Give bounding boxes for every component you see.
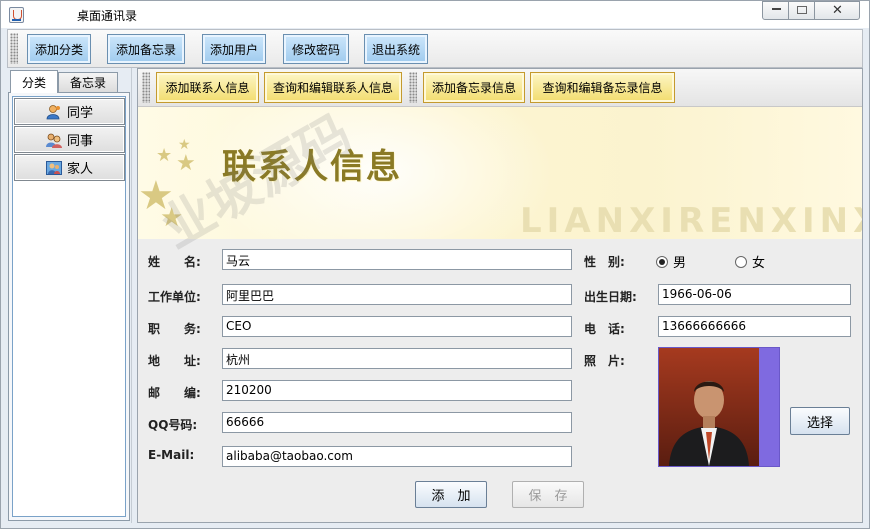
add-contact-submit-button[interactable]: 添 加	[415, 481, 487, 508]
photo-label: 照 片:	[584, 354, 625, 368]
qq-field[interactable]: 66666	[222, 412, 572, 433]
add-contact-button[interactable]: 添加联系人信息	[156, 72, 259, 103]
category-colleague-button[interactable]: 同事	[14, 126, 125, 153]
tab-memo[interactable]: 备忘录	[58, 72, 118, 92]
contact-toolbar: 添加联系人信息 查询和编辑联系人信息 添加备忘录信息 查询和编辑备忘录信息	[138, 69, 862, 107]
add-user-button[interactable]: 添加用户	[202, 34, 266, 64]
maximize-button[interactable]	[788, 1, 815, 20]
save-button[interactable]: 保 存	[512, 481, 584, 508]
gender-male-label: 男	[673, 256, 687, 271]
java-app-icon	[9, 7, 24, 23]
position-label: 职 务:	[148, 322, 201, 336]
radio-selected-icon	[656, 255, 668, 268]
content-panel: 添加联系人信息 查询和编辑联系人信息 添加备忘录信息 查询和编辑备忘录信息 ★ …	[137, 68, 863, 523]
category-family-button[interactable]: 家人	[14, 154, 125, 181]
company-field[interactable]: 阿里巴巴	[222, 284, 572, 305]
add-memo-button[interactable]: 添加备忘录	[107, 34, 185, 64]
maximize-icon	[797, 6, 807, 14]
star-icon: ★	[178, 137, 191, 153]
category-label: 同事	[66, 134, 93, 149]
minimize-icon	[772, 8, 781, 10]
gender-female-label: 女	[752, 256, 766, 271]
gender-male-radio[interactable]: 男	[656, 252, 686, 271]
query-edit-memo-button[interactable]: 查询和编辑备忘录信息	[530, 72, 675, 103]
toolbar-grip[interactable]	[10, 33, 18, 64]
contact-photo	[658, 347, 780, 467]
qq-label: QQ号码:	[148, 418, 198, 432]
address-field[interactable]: 杭州	[222, 348, 572, 369]
email-field[interactable]: alibaba@taobao.com	[222, 446, 572, 467]
address-label: 地 址:	[148, 354, 201, 368]
minimize-button[interactable]	[762, 1, 789, 20]
add-memo-info-button[interactable]: 添加备忘录信息	[423, 72, 525, 103]
add-category-button[interactable]: 添加分类	[27, 34, 91, 64]
close-icon: ✕	[832, 3, 843, 18]
category-panel: 同学 同事 家人	[8, 92, 130, 521]
family-icon	[45, 160, 62, 176]
gender-female-radio[interactable]: 女	[735, 252, 765, 271]
email-label: E-Mail:	[148, 448, 195, 462]
category-classmate-button[interactable]: 同学	[14, 98, 125, 125]
tab-category[interactable]: 分类	[10, 70, 58, 93]
colleague-icon	[45, 132, 62, 148]
banner-pinyin: LIANXIRENXINXI	[520, 201, 862, 239]
change-password-button[interactable]: 修改密码	[283, 34, 349, 64]
category-label: 家人	[66, 162, 93, 177]
exit-system-button[interactable]: 退出系统	[364, 34, 428, 64]
radio-unselected-icon	[735, 255, 747, 268]
zip-field[interactable]: 210200	[222, 380, 572, 401]
phone-field[interactable]: 13666666666	[658, 316, 851, 337]
select-photo-button[interactable]: 选择	[790, 407, 850, 435]
query-edit-contact-button[interactable]: 查询和编辑联系人信息	[264, 72, 402, 103]
contact-toolbar-grip[interactable]	[142, 72, 150, 103]
star-icon: ★	[160, 203, 184, 233]
classmate-icon	[46, 104, 62, 120]
birthday-field[interactable]: 1966-06-06	[658, 284, 851, 305]
contact-banner: ★ ★ ★ ★ ★ 联系人信息 LIANXIRENXINXI	[138, 107, 862, 239]
contact-form: 姓 名: 马云 性 别: 男 女 工作单位: 阿里巴巴 出生日期: 1966-0…	[138, 239, 862, 522]
birthday-label: 出生日期:	[584, 290, 637, 304]
phone-label: 电 话:	[584, 322, 625, 336]
main-toolbar: 添加分类 添加备忘录 添加用户 修改密码 退出系统	[7, 29, 863, 68]
position-field[interactable]: CEO	[222, 316, 572, 337]
category-list: 同学 同事 家人	[12, 96, 126, 517]
title-bar: 桌面通讯录 ✕	[0, 0, 870, 28]
left-panel: 分类 备忘录 同学 同事 家人	[8, 70, 130, 521]
category-label: 同学	[66, 106, 93, 121]
company-label: 工作单位:	[148, 290, 201, 304]
star-icon: ★	[176, 151, 196, 176]
window-title: 桌面通讯录	[77, 9, 138, 23]
zip-label: 邮 编:	[148, 386, 201, 400]
person-portrait-icon	[669, 381, 749, 466]
banner-title: 联系人信息	[222, 147, 402, 187]
close-button[interactable]: ✕	[814, 1, 860, 20]
gender-label: 性 别:	[584, 255, 625, 269]
star-icon: ★	[156, 145, 173, 166]
contact-toolbar-grip-2[interactable]	[409, 72, 417, 103]
name-label: 姓 名:	[148, 255, 201, 269]
name-field[interactable]: 马云	[222, 249, 572, 270]
